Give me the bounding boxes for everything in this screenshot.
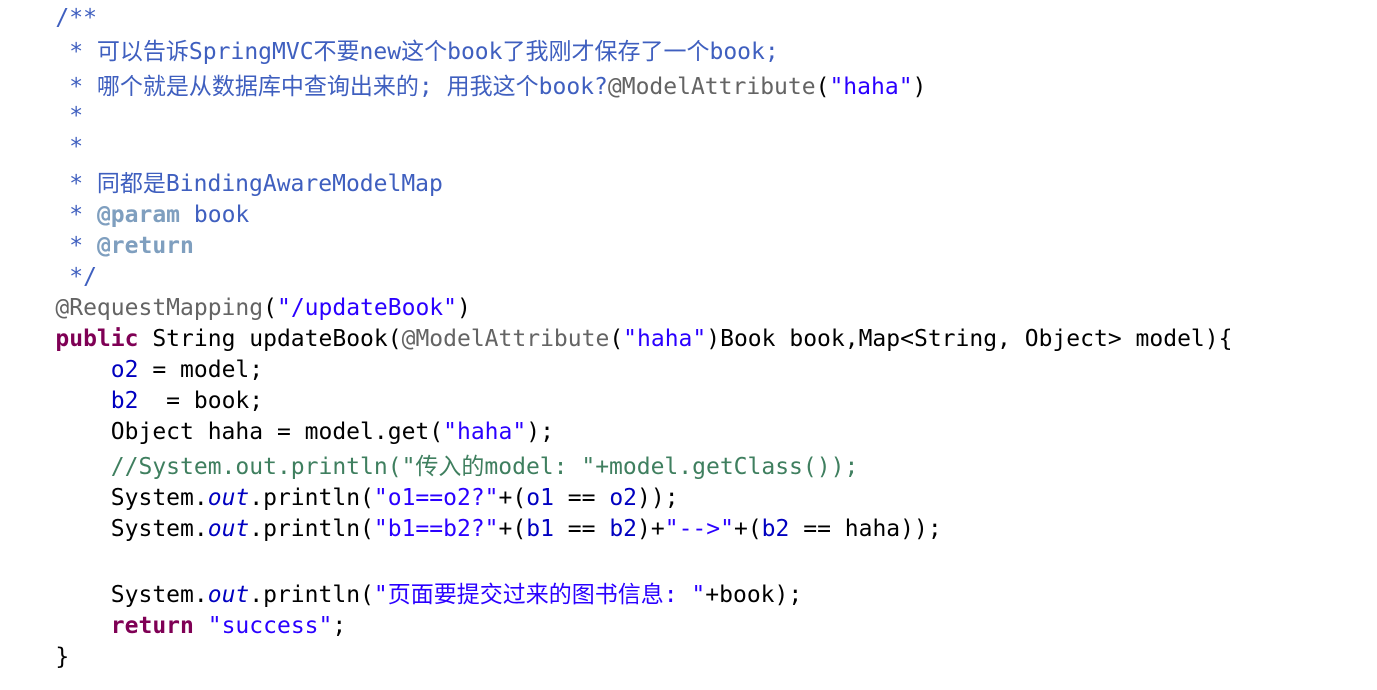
- javadoc-text: */: [55, 264, 97, 290]
- field-token: b2: [110, 388, 139, 414]
- code-line[interactable]: Object haha = model.get("haha");: [0, 417, 554, 448]
- string-literal: "haha": [443, 419, 527, 445]
- javadoc-text: *: [55, 233, 97, 259]
- static-field-token: out: [207, 582, 250, 608]
- punctuation-token: ): [912, 74, 927, 100]
- code-text: = book;: [138, 388, 264, 414]
- string-literal: "haha": [623, 326, 707, 352]
- line-comment: //System.out.println("传入的model: "+model.…: [110, 454, 859, 480]
- code-text: +(: [733, 516, 762, 542]
- string-literal: "页面要提交过来的图书信息: ": [373, 582, 706, 608]
- code-line[interactable]: public String updateBook(@ModelAttribute…: [0, 324, 1232, 355]
- code-line[interactable]: * 可以告诉SpringMVC不要new这个book了我刚才保存了一个book;: [0, 37, 779, 68]
- code-text: )Book book,Map<String, Object> model){: [706, 326, 1233, 352]
- string-literal: "/updateBook": [276, 295, 457, 321]
- string-literal: "-->": [664, 516, 734, 542]
- punctuation-token: (: [263, 295, 277, 321]
- code-line[interactable]: *: [0, 132, 83, 163]
- field-token: o2: [110, 357, 139, 383]
- javadoc-text: *: [55, 202, 97, 228]
- keyword-token: return: [110, 613, 194, 639]
- field-token: o2: [609, 485, 638, 511]
- code-text: ==: [553, 485, 610, 511]
- javadoc-text: * 可以告诉SpringMVC不要new这个book了我刚才保存了一个book;: [55, 39, 779, 65]
- string-literal: "b1==b2?": [373, 516, 499, 542]
- string-literal: "o1==o2?": [373, 485, 499, 511]
- closing-brace: }: [55, 644, 70, 670]
- code-line[interactable]: * @return: [0, 231, 194, 262]
- javadoc-text: * 同都是BindingAwareModelMap: [55, 171, 443, 197]
- code-line[interactable]: b2 = book;: [0, 386, 263, 417]
- field-token: b2: [609, 516, 638, 542]
- javadoc-tag: @param: [96, 202, 181, 228]
- annotation-token: @ModelAttribute: [401, 326, 610, 352]
- code-editor[interactable]: /** * 可以告诉SpringMVC不要new这个book了我刚才保存了一个b…: [0, 0, 1377, 690]
- code-line[interactable]: return "success";: [0, 611, 346, 642]
- string-literal: "success": [207, 613, 333, 639]
- code-line[interactable]: //System.out.println("传入的model: "+model.…: [0, 452, 859, 483]
- code-text: +(: [498, 516, 527, 542]
- code-line[interactable]: o2 = model;: [0, 355, 263, 386]
- code-text: )+: [637, 516, 665, 542]
- code-text: ==: [553, 516, 610, 542]
- punctuation-token: (: [609, 326, 624, 352]
- field-token: o1: [526, 485, 554, 511]
- code-line[interactable]: * @param book: [0, 200, 249, 231]
- code-text: = model;: [138, 357, 264, 383]
- keyword-token: public: [55, 326, 139, 352]
- javadoc-text: *: [55, 103, 84, 129]
- annotation-token: @RequestMapping: [55, 295, 264, 321]
- code-text: .println(: [249, 582, 374, 608]
- punctuation-token: (: [815, 74, 830, 100]
- javadoc-text: *: [55, 134, 84, 160]
- code-text: System.: [110, 582, 208, 608]
- code-text: +(: [498, 485, 527, 511]
- code-text: ;: [332, 613, 347, 639]
- code-line[interactable]: @RequestMapping("/updateBook"): [0, 293, 471, 324]
- code-line[interactable]: *: [0, 101, 83, 132]
- code-text: );: [526, 419, 554, 445]
- javadoc-text: * 哪个就是从数据库中查询出来的; 用我这个book?: [55, 74, 608, 100]
- code-text: Object haha = model.get(: [110, 419, 444, 445]
- code-text: == haha));: [789, 516, 942, 542]
- code-text: .println(: [249, 485, 374, 511]
- code-text: ));: [637, 485, 679, 511]
- static-field-token: out: [207, 485, 250, 511]
- code-line[interactable]: * 同都是BindingAwareModelMap: [0, 169, 443, 200]
- code-text: System.: [110, 516, 208, 542]
- code-text: String updateBook(: [138, 326, 402, 352]
- string-literal: "haha": [829, 74, 913, 100]
- annotation-token: @ModelAttribute: [607, 74, 816, 100]
- javadoc-text: /**: [55, 5, 97, 31]
- code-line[interactable]: System.out.println("b1==b2?"+(b1 == b2)+…: [0, 514, 942, 545]
- static-field-token: out: [207, 516, 250, 542]
- field-token: b2: [761, 516, 790, 542]
- field-token: b1: [526, 516, 554, 542]
- code-text: +book);: [705, 582, 803, 608]
- code-line[interactable]: /**: [0, 3, 97, 34]
- code-line[interactable]: System.out.println("页面要提交过来的图书信息: "+book…: [0, 580, 802, 611]
- code-text: .println(: [249, 516, 374, 542]
- punctuation-token: ): [456, 295, 471, 321]
- code-text: System.: [110, 485, 208, 511]
- javadoc-text: book: [180, 202, 250, 228]
- code-line[interactable]: * 哪个就是从数据库中查询出来的; 用我这个book?@ModelAttribu…: [0, 72, 926, 103]
- code-line[interactable]: System.out.println("o1==o2?"+(o1 == o2))…: [0, 483, 679, 514]
- code-line[interactable]: */: [0, 262, 97, 293]
- javadoc-tag: @return: [96, 233, 194, 259]
- code-line[interactable]: }: [0, 642, 69, 673]
